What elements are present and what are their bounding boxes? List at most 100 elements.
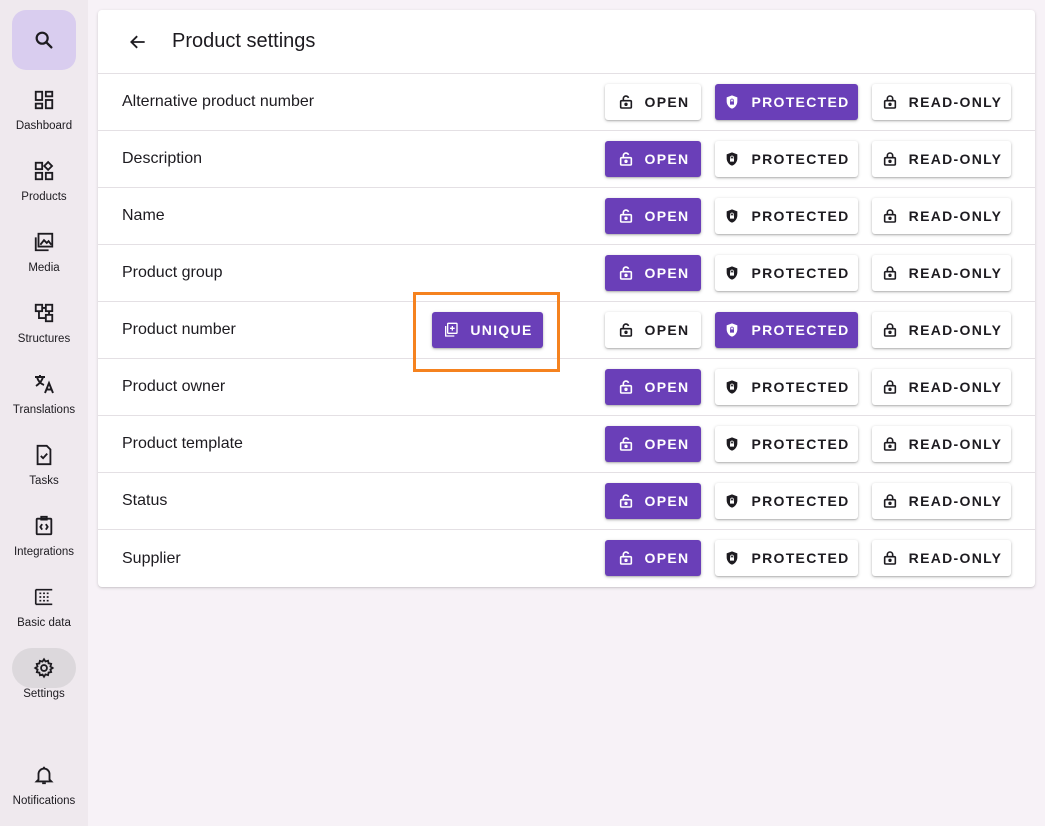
nav-label-basic-data: Basic data — [17, 617, 71, 629]
shield-lock-icon — [723, 207, 741, 225]
read-only-button[interactable]: READ-ONLY — [872, 483, 1011, 519]
row-label: Name — [122, 207, 165, 224]
protected-button[interactable]: PROTECTED — [715, 84, 858, 120]
settings-row: Product owner OPEN PROTECTED READ-ONLY — [98, 359, 1035, 416]
read-only-label: READ-ONLY — [908, 208, 1003, 224]
unique-icon — [442, 321, 460, 339]
sidebar: Dashboard Products Media Structures Tran… — [0, 0, 88, 826]
nav-label-tasks: Tasks — [29, 475, 59, 487]
shield-lock-icon — [723, 378, 741, 396]
protected-button[interactable]: PROTECTED — [715, 540, 858, 576]
lock-icon — [881, 492, 899, 510]
protected-button[interactable]: PROTECTED — [715, 198, 858, 234]
read-only-label: READ-ONLY — [908, 265, 1003, 281]
protected-button[interactable]: PROTECTED — [715, 312, 858, 348]
arrow-back-icon — [130, 35, 145, 48]
protected-label: PROTECTED — [751, 550, 850, 566]
search-icon — [35, 31, 53, 49]
protected-button[interactable]: PROTECTED — [715, 255, 858, 291]
row-label: Product owner — [122, 378, 226, 395]
translate-icon — [12, 364, 76, 404]
open-button[interactable]: OPEN — [605, 141, 701, 177]
unlock-icon — [617, 549, 635, 567]
nav-item-dashboard[interactable]: Dashboard — [0, 80, 88, 144]
unlock-icon — [617, 378, 635, 396]
open-button[interactable]: OPEN — [605, 426, 701, 462]
open-label: OPEN — [644, 94, 690, 110]
open-label: OPEN — [644, 436, 690, 452]
read-only-button[interactable]: READ-ONLY — [872, 426, 1011, 462]
read-only-label: READ-ONLY — [908, 550, 1003, 566]
shield-lock-icon — [723, 264, 741, 282]
protected-label: PROTECTED — [751, 94, 850, 110]
protected-label: PROTECTED — [751, 322, 850, 338]
unique-button[interactable]: UNIQUE — [432, 312, 543, 348]
open-button[interactable]: OPEN — [605, 369, 701, 405]
nav-item-structures[interactable]: Structures — [0, 293, 88, 357]
protected-label: PROTECTED — [751, 265, 850, 281]
read-only-label: READ-ONLY — [908, 94, 1003, 110]
nav-item-basic-data[interactable]: Basic data — [0, 577, 88, 641]
nav-item-tasks[interactable]: Tasks — [0, 435, 88, 499]
shield-lock-icon — [723, 150, 741, 168]
basic-data-icon — [12, 577, 76, 617]
lock-icon — [881, 549, 899, 567]
page-title: Product settings — [172, 30, 316, 52]
read-only-button[interactable]: READ-ONLY — [872, 312, 1011, 348]
shield-lock-icon — [723, 435, 741, 453]
nav-item-notifications[interactable]: Notifications — [0, 755, 88, 819]
read-only-label: READ-ONLY — [908, 493, 1003, 509]
unlock-icon — [617, 207, 635, 225]
protected-button[interactable]: PROTECTED — [715, 369, 858, 405]
search-button[interactable] — [12, 10, 76, 70]
row-label: Description — [122, 150, 203, 167]
open-button[interactable]: OPEN — [605, 198, 701, 234]
row-label: Alternative product number — [122, 93, 315, 110]
open-label: OPEN — [644, 493, 690, 509]
row-label: Supplier — [122, 549, 181, 567]
open-button[interactable]: OPEN — [605, 84, 701, 120]
open-button[interactable]: OPEN — [605, 540, 701, 576]
shield-lock-icon — [723, 321, 741, 339]
read-only-button[interactable]: READ-ONLY — [872, 369, 1011, 405]
product-settings-card: Product settings Alternative product num… — [98, 10, 1035, 587]
nav-item-settings[interactable]: Settings — [0, 648, 88, 712]
open-button[interactable]: OPEN — [605, 312, 701, 348]
back-button[interactable] — [126, 30, 150, 54]
open-button[interactable]: OPEN — [605, 483, 701, 519]
read-only-button[interactable]: READ-ONLY — [872, 540, 1011, 576]
unlock-icon — [617, 321, 635, 339]
row-label: Status — [122, 492, 168, 509]
read-only-button[interactable]: READ-ONLY — [872, 141, 1011, 177]
nav-label-integrations: Integrations — [13, 546, 75, 558]
read-only-label: READ-ONLY — [908, 379, 1003, 395]
read-only-label: READ-ONLY — [908, 436, 1003, 452]
settings-row: Name OPEN PROTECTED READ-ONLY — [98, 188, 1035, 245]
protected-button[interactable]: PROTECTED — [715, 483, 858, 519]
lock-icon — [881, 378, 899, 396]
open-button[interactable]: OPEN — [605, 255, 701, 291]
protected-label: PROTECTED — [751, 436, 850, 452]
read-only-button[interactable]: READ-ONLY — [872, 255, 1011, 291]
shield-lock-icon — [723, 492, 741, 510]
protected-label: PROTECTED — [751, 493, 850, 509]
protected-button[interactable]: PROTECTED — [715, 426, 858, 462]
nav-item-translations[interactable]: Translations — [0, 364, 88, 428]
read-only-button[interactable]: READ-ONLY — [872, 84, 1011, 120]
lock-icon — [881, 93, 899, 111]
nav-item-integrations[interactable]: Integrations — [0, 506, 88, 570]
nav-label-dashboard: Dashboard — [15, 120, 73, 132]
nav-item-products[interactable]: Products — [0, 151, 88, 215]
read-only-button[interactable]: READ-ONLY — [872, 198, 1011, 234]
unlock-icon — [617, 492, 635, 510]
row-label: Product group — [122, 264, 223, 281]
settings-row: Description OPEN PROTECTED READ-ONLY — [98, 131, 1035, 188]
open-label: OPEN — [644, 151, 690, 167]
settings-row: Product group OPEN PROTECTED READ-ONLY — [98, 245, 1035, 302]
gear-icon — [12, 648, 76, 688]
open-label: OPEN — [644, 379, 690, 395]
protected-button[interactable]: PROTECTED — [715, 141, 858, 177]
nav-item-media[interactable]: Media — [0, 222, 88, 286]
shield-lock-icon — [723, 93, 741, 111]
structures-icon — [12, 293, 76, 333]
